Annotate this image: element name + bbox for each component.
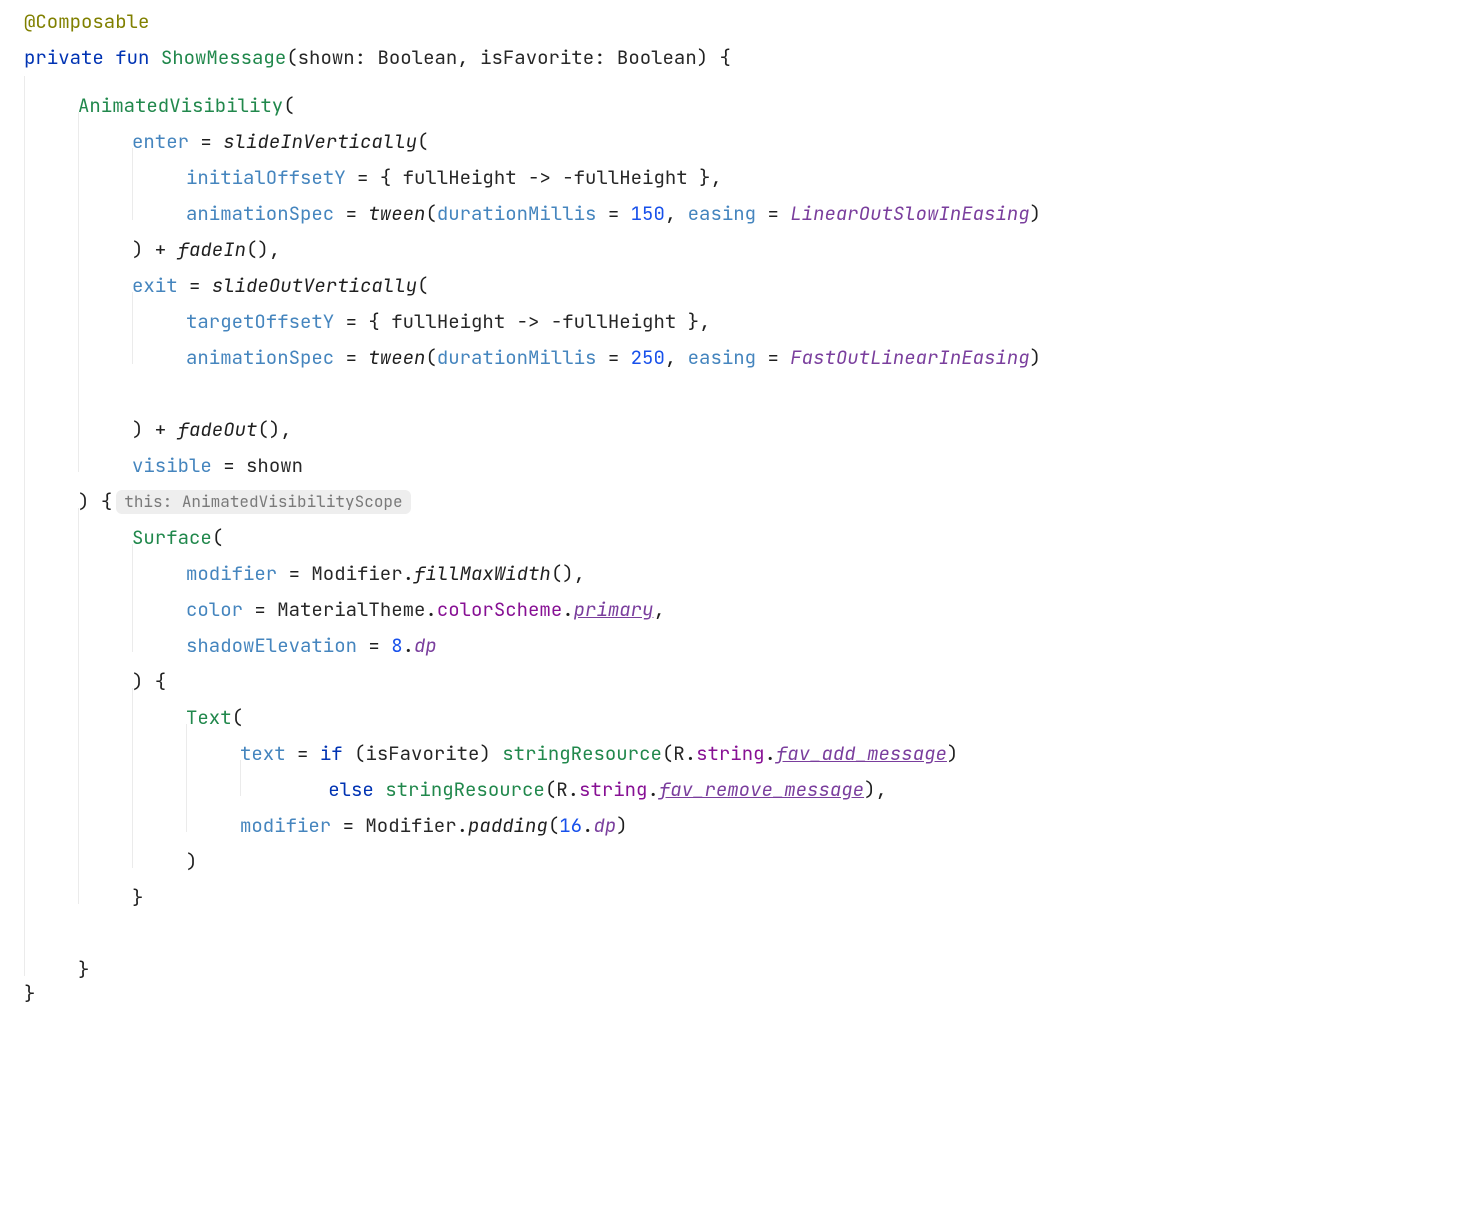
code-line: } xyxy=(0,940,1448,976)
code-line: private fun ShowMessage(shown: Boolean, … xyxy=(0,40,1448,76)
code-line: ) + fadeOut(), xyxy=(0,400,1448,436)
code-line: } xyxy=(0,976,1448,1012)
annotation: @Composable xyxy=(24,9,149,34)
code-editor[interactable]: @Composable private fun ShowMessage(show… xyxy=(0,4,1448,1012)
code-line: @Composable xyxy=(0,4,1448,40)
code-line: AnimatedVisibility( xyxy=(0,76,1448,112)
inlay-hint[interactable]: this: AnimatedVisibilityScope xyxy=(116,490,410,514)
